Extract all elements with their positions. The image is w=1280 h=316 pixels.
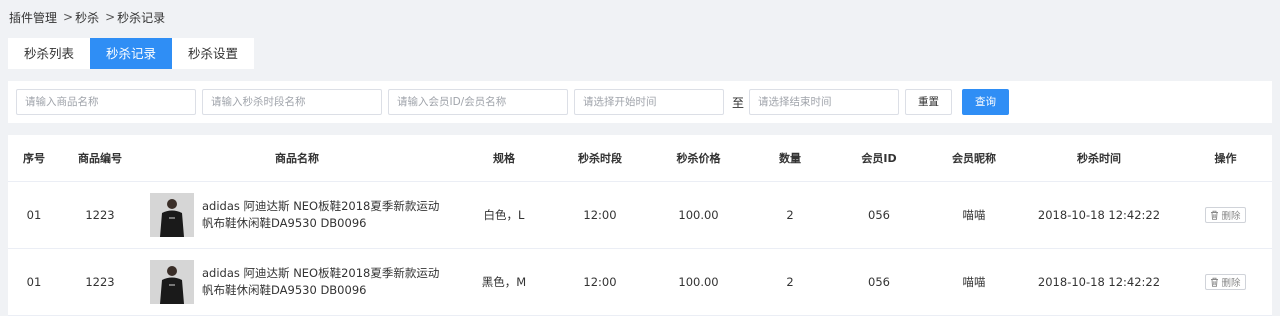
cell-price: 100.00	[646, 181, 751, 249]
delete-button[interactable]: 删除	[1205, 273, 1246, 290]
cell-spec: 黑色，M	[454, 248, 554, 316]
header-index: 序号	[8, 135, 60, 182]
trash-icon	[1211, 277, 1219, 287]
cell-quantity: 2	[751, 248, 829, 316]
trash-icon	[1211, 210, 1219, 220]
filter-bar: 至 重置 查询	[8, 81, 1272, 123]
cell-product-code: 1223	[60, 181, 140, 249]
cell-nickname: 喵喵	[929, 181, 1019, 249]
end-time-input[interactable]	[749, 89, 900, 115]
cell-nickname: 喵喵	[929, 248, 1019, 316]
cell-member-id: 056	[829, 248, 929, 316]
header-price: 秒杀价格	[646, 135, 751, 182]
table-row: 01 1223 adidas 阿迪达斯 NEO板鞋2018夏季新款运动 帆布鞋休…	[8, 248, 1272, 316]
breadcrumb-separator: >	[63, 10, 74, 24]
cell-seckill-time: 2018-10-18 12:42:22	[1019, 181, 1179, 249]
records-table: 序号 商品编号 商品名称 规格 秒杀时段 秒杀价格 数量 会员ID 会员昵称 秒…	[8, 135, 1272, 316]
delete-button[interactable]: 删除	[1205, 206, 1246, 223]
cell-action: 删除	[1179, 181, 1272, 249]
header-time-slot: 秒杀时段	[554, 135, 646, 182]
start-time-input[interactable]	[574, 89, 724, 115]
cell-time-slot: 12:00	[554, 248, 646, 316]
header-product-name: 商品名称	[140, 135, 454, 182]
product-thumbnail[interactable]	[150, 192, 194, 237]
cell-seckill-time: 2018-10-18 12:42:22	[1019, 248, 1179, 316]
breadcrumb-separator: >	[105, 10, 116, 24]
product-name-input[interactable]	[16, 89, 196, 115]
product-name: adidas 阿迪达斯 NEO板鞋2018夏季新款运动 帆布鞋休闲鞋DA9530…	[202, 265, 439, 299]
tab-seckill-list[interactable]: 秒杀列表	[8, 38, 91, 69]
range-separator: 至	[732, 95, 745, 110]
cell-product-code: 1223	[60, 248, 140, 316]
delete-label: 删除	[1221, 210, 1241, 222]
product-name-line2: 帆布鞋休闲鞋DA9530 DB0096	[202, 215, 367, 230]
cell-index: 01	[8, 181, 60, 249]
tab-seckill-records[interactable]: 秒杀记录	[90, 38, 173, 69]
product-name-line2: 帆布鞋休闲鞋DA9530 DB0096	[202, 282, 367, 297]
cell-spec: 白色，L	[454, 181, 554, 249]
reset-button[interactable]: 重置	[905, 89, 953, 115]
breadcrumb-root[interactable]: 插件管理	[9, 9, 57, 26]
cell-index: 01	[8, 248, 60, 316]
product-name-line1: adidas 阿迪达斯 NEO板鞋2018夏季新款运动	[202, 198, 440, 213]
cell-price: 100.00	[646, 248, 751, 316]
cell-action: 删除	[1179, 248, 1272, 316]
tab-seckill-settings[interactable]: 秒杀设置	[172, 38, 255, 69]
breadcrumb-level2: 秒杀记录	[117, 10, 166, 25]
header-action: 操作	[1179, 135, 1272, 182]
product-thumbnail[interactable]	[150, 259, 194, 304]
header-member-id: 会员ID	[829, 135, 929, 182]
tab-bar: 秒杀列表 秒杀记录 秒杀设置	[8, 38, 255, 69]
header-product-code: 商品编号	[60, 135, 140, 182]
query-button[interactable]: 查询	[962, 89, 1010, 115]
breadcrumb: 插件管理 > 秒杀 > 秒杀记录	[9, 9, 165, 25]
header-seckill-time: 秒杀时间	[1019, 135, 1179, 182]
breadcrumb-level1[interactable]: 秒杀	[75, 9, 99, 26]
cell-product: adidas 阿迪达斯 NEO板鞋2018夏季新款运动 帆布鞋休闲鞋DA9530…	[140, 248, 454, 316]
header-spec: 规格	[454, 135, 554, 182]
table-row: 01 1223 adidas 阿迪达斯 NEO板鞋2018夏季新款运动 帆布鞋休…	[8, 181, 1272, 249]
time-slot-input[interactable]	[202, 89, 382, 115]
cell-product: adidas 阿迪达斯 NEO板鞋2018夏季新款运动 帆布鞋休闲鞋DA9530…	[140, 181, 454, 249]
table-header-row: 序号 商品编号 商品名称 规格 秒杀时段 秒杀价格 数量 会员ID 会员昵称 秒…	[8, 135, 1272, 182]
product-name: adidas 阿迪达斯 NEO板鞋2018夏季新款运动 帆布鞋休闲鞋DA9530…	[202, 198, 439, 232]
header-nickname: 会员昵称	[929, 135, 1019, 182]
cell-member-id: 056	[829, 181, 929, 249]
product-name-line1: adidas 阿迪达斯 NEO板鞋2018夏季新款运动	[202, 265, 440, 280]
header-quantity: 数量	[751, 135, 829, 182]
member-input[interactable]	[388, 89, 568, 115]
cell-time-slot: 12:00	[554, 181, 646, 249]
cell-quantity: 2	[751, 181, 829, 249]
delete-label: 删除	[1221, 277, 1241, 289]
